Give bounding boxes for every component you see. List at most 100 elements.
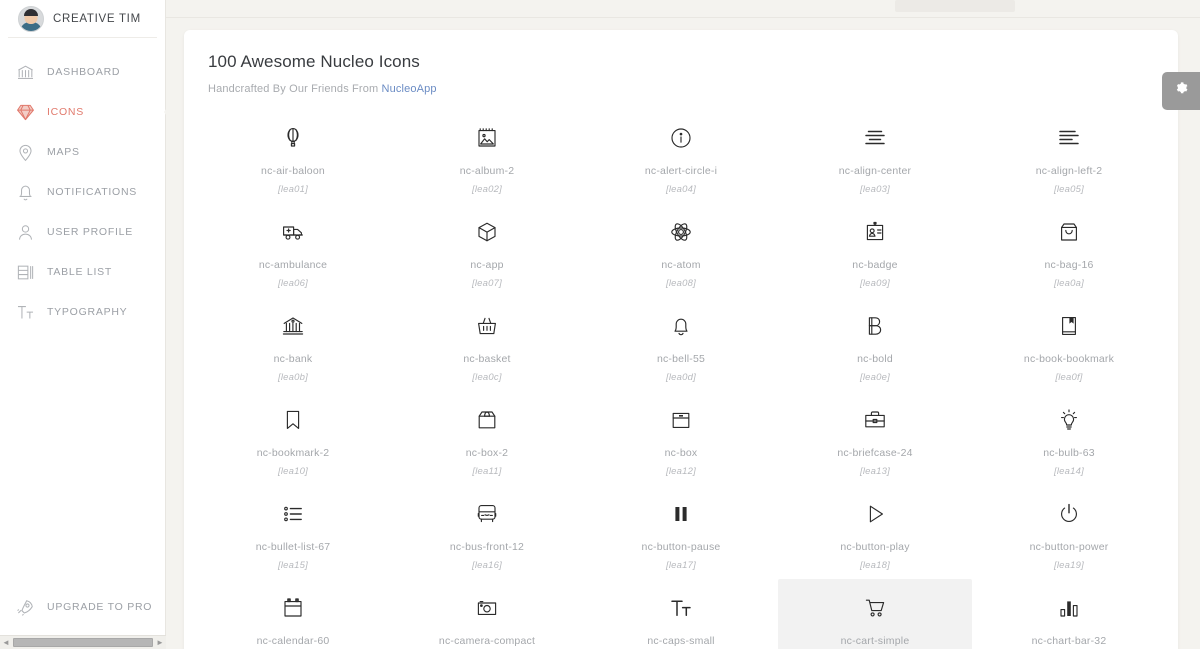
icon-code-label: [lea09] [860,278,890,289]
main-content: 100 Awesome Nucleo Icons Handcrafted By … [166,0,1200,649]
icon-cell[interactable]: nc-bulb-63 [lea14] [972,391,1166,485]
icon-code-label: [lea15] [278,560,308,571]
icon-cell[interactable]: nc-ambulance [lea06] [196,203,390,297]
icon-cell[interactable]: nc-cart-simple [778,579,972,649]
icon-cell[interactable]: nc-basket [lea0c] [390,297,584,391]
icon-cell[interactable]: nc-chart-bar-32 [972,579,1166,649]
icon-code-label: [lea08] [666,278,696,289]
icon-code-label: [lea04] [666,184,696,195]
icon-code-label: [lea12] [666,466,696,477]
icon-name-label: nc-bus-front-12 [449,541,525,553]
icon-grid: nc-air-baloon [lea01] nc-album-2 [lea02] nc-… [184,95,1178,649]
icon-cell[interactable]: nc-bookmark-2 [lea10] [196,391,390,485]
sidebar-item-maps[interactable]: MAPS [0,132,165,172]
sidebar-item-table-list[interactable]: TABLE LIST [0,252,165,292]
icon-code-label: [lea0f] [1055,372,1083,383]
sidebar-item-label: DASHBOARD [47,66,121,78]
nucleoapp-link[interactable]: NucleoApp [382,83,437,95]
icon-cell[interactable]: nc-briefcase-24 [lea13] [778,391,972,485]
icon-cell[interactable]: nc-book-bookmark [lea0f] [972,297,1166,391]
icon-cell[interactable]: nc-bullet-list-67 [lea15] [196,485,390,579]
icon-cell[interactable]: nc-bag-16 [lea0a] [972,203,1166,297]
icon-cell[interactable]: nc-box-2 [lea11] [390,391,584,485]
sidebar-item-label: USER PROFILE [47,226,134,238]
icon-cell[interactable]: nc-box [lea12] [584,391,778,485]
sidebar-item-label: ICONS [47,106,85,118]
icon-cell[interactable]: nc-bus-front-12 [lea16] [390,485,584,579]
scroll-left-arrow[interactable]: ◄ [0,638,12,647]
icon-cell[interactable]: nc-button-play [lea18] [778,485,972,579]
air-baloon-icon [281,121,305,155]
rocket-icon [14,596,36,618]
map-pin-icon [14,141,36,163]
icon-cell[interactable]: nc-align-left-2 [lea05] [972,109,1166,203]
bell-icon [14,181,36,203]
icon-name-label: nc-button-pause [641,541,721,553]
icon-cell[interactable]: nc-button-power [lea19] [972,485,1166,579]
icon-cell[interactable]: nc-bold [lea0e] [778,297,972,391]
icon-name-label: nc-caps-small [647,635,715,647]
icon-cell[interactable]: nc-air-baloon [lea01] [196,109,390,203]
bulb-icon [1057,403,1081,437]
icon-cell[interactable]: nc-atom [lea08] [584,203,778,297]
sidebar-item-upgrade-to-pro[interactable]: UPGRADE TO PRO [0,587,165,627]
typography-icon [14,301,36,323]
icon-code-label: [lea13] [860,466,890,477]
icon-code-label: [lea14] [1054,466,1084,477]
icon-code-label: [lea0e] [860,372,890,383]
icon-cell[interactable]: nc-alert-circle-i [lea04] [584,109,778,203]
icon-name-label: nc-bookmark-2 [256,447,330,459]
settings-gear-button[interactable] [1162,72,1200,110]
icon-name-label: nc-button-play [840,541,910,553]
page-subtitle: Handcrafted By Our Friends From NucleoAp… [184,72,1178,95]
icon-cell[interactable]: nc-align-center [lea03] [778,109,972,203]
icons-card: 100 Awesome Nucleo Icons Handcrafted By … [184,30,1178,649]
icon-name-label: nc-cart-simple [840,635,910,647]
scroll-right-arrow[interactable]: ► [154,638,166,647]
icon-code-label: [lea19] [1054,560,1084,571]
icon-name-label: nc-bank [273,353,313,365]
caps-small-icon [669,591,693,625]
icon-cell[interactable]: nc-bank [lea0b] [196,297,390,391]
icon-name-label: nc-box [664,447,698,459]
sidebar-item-icons[interactable]: ICONS [0,92,165,132]
icon-name-label: nc-align-center [838,165,912,177]
topbar [166,0,1200,18]
icon-code-label: [lea02] [472,184,502,195]
cube-icon [475,215,499,249]
icon-name-label: nc-air-baloon [261,165,325,177]
sidebar-horizontal-scrollbar[interactable]: ◄ ► [0,635,166,649]
table-icon [14,261,36,283]
sidebar-item-dashboard[interactable]: DASHBOARD [0,52,165,92]
sidebar-item-label: UPGRADE TO PRO [47,601,153,613]
camera-icon [475,591,499,625]
icon-cell[interactable]: nc-app [lea07] [390,203,584,297]
icon-cell[interactable]: nc-camera-compact [390,579,584,649]
ambulance-icon [281,215,305,249]
subtitle-text: Handcrafted By Our Friends From [208,83,382,95]
scroll-thumb[interactable] [13,638,153,647]
icon-cell[interactable]: nc-calendar-60 [196,579,390,649]
sidebar-item-user-profile[interactable]: USER PROFILE [0,212,165,252]
sidebar-item-notifications[interactable]: NOTIFICATIONS [0,172,165,212]
icon-cell[interactable]: nc-album-2 [lea02] [390,109,584,203]
icon-cell[interactable]: nc-caps-small [584,579,778,649]
align-left-icon [1057,121,1081,155]
brand[interactable]: CREATIVE TIM [8,0,157,38]
icon-code-label: [lea0a] [1054,278,1084,289]
icon-cell[interactable]: nc-badge [lea09] [778,203,972,297]
align-center-icon [863,121,887,155]
button-pause-icon [669,497,693,531]
icon-name-label: nc-ambulance [258,259,328,271]
chart-bar-icon [1057,591,1081,625]
icon-code-label: [lea06] [278,278,308,289]
icon-name-label: nc-camera-compact [438,635,536,647]
icon-cell[interactable]: nc-bell-55 [lea0d] [584,297,778,391]
icon-code-label: [lea16] [472,560,502,571]
icon-code-label: [lea18] [860,560,890,571]
icon-name-label: nc-badge [852,259,898,271]
sidebar-item-typography[interactable]: TYPOGRAPHY [0,292,165,332]
icon-name-label: nc-bold [857,353,893,365]
atom-icon [669,215,693,249]
icon-cell[interactable]: nc-button-pause [lea17] [584,485,778,579]
